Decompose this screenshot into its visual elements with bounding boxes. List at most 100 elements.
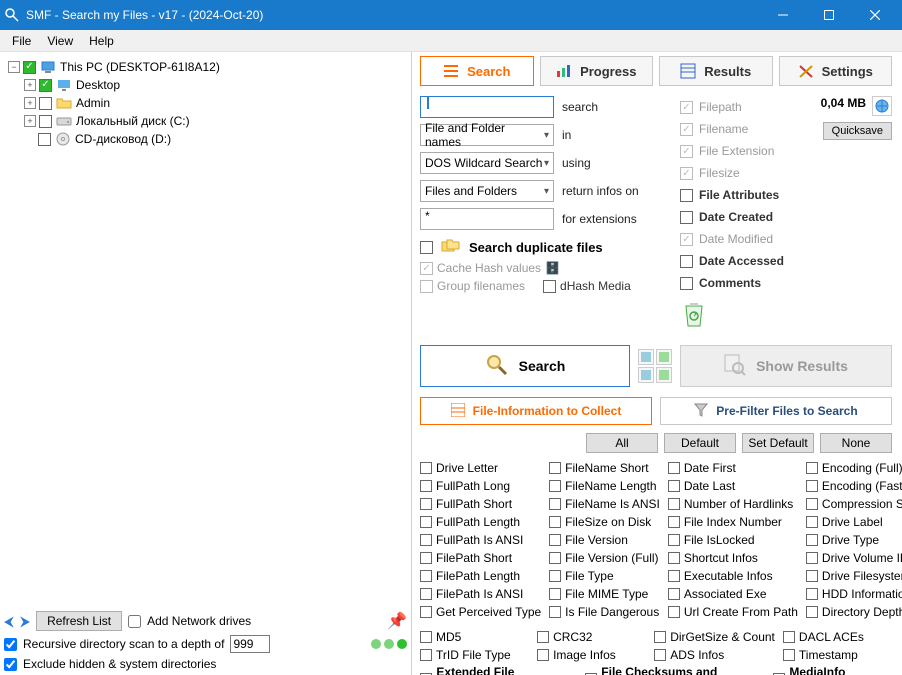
info-checkbox[interactable] [806, 516, 818, 528]
info-checkbox[interactable] [806, 462, 818, 474]
info-label: FullPath Length [436, 515, 520, 529]
folder-tree[interactable]: −✓This PC (DESKTOP-61I8A12) +✓Desktop +A… [6, 58, 405, 148]
info-checkbox[interactable] [420, 552, 432, 564]
search-button[interactable]: Search [420, 345, 630, 387]
md5-checkbox[interactable] [420, 631, 432, 643]
info-checkbox[interactable] [420, 480, 432, 492]
info-checkbox[interactable] [806, 588, 818, 600]
tree-checkbox[interactable] [39, 97, 52, 110]
recycle-icon[interactable] [680, 298, 810, 333]
dirsize-checkbox[interactable] [654, 631, 666, 643]
menu-help[interactable]: Help [81, 32, 122, 50]
info-checkbox[interactable] [420, 462, 432, 474]
info-checkbox[interactable] [806, 570, 818, 582]
tab-progress[interactable]: Progress [540, 56, 654, 86]
tab-search[interactable]: Search [420, 56, 534, 86]
info-checkbox[interactable] [549, 462, 561, 474]
datecreated-checkbox[interactable] [680, 211, 693, 224]
info-checkbox[interactable] [806, 534, 818, 546]
expand-icon[interactable]: ⮞ [20, 613, 30, 630]
expander-icon[interactable]: + [24, 115, 36, 127]
menu-view[interactable]: View [39, 32, 81, 50]
expander-icon[interactable]: + [24, 79, 36, 91]
info-checkbox[interactable] [549, 534, 561, 546]
search-input[interactable] [420, 96, 554, 118]
all-button[interactable]: All [586, 433, 658, 453]
comments-checkbox[interactable] [680, 277, 693, 290]
mini-btn-2[interactable] [656, 349, 672, 365]
expander-icon[interactable]: − [8, 61, 20, 73]
default-button[interactable]: Default [664, 433, 736, 453]
image-infos-checkbox[interactable] [537, 649, 549, 661]
select-in[interactable]: File and Folder names▾ [420, 124, 554, 146]
tree-checkbox[interactable]: ✓ [23, 61, 36, 74]
maximize-button[interactable] [806, 0, 852, 30]
tree-checkbox[interactable] [38, 133, 51, 146]
info-checkbox[interactable] [806, 606, 818, 618]
crc32-checkbox[interactable] [537, 631, 549, 643]
pin-icon[interactable]: 📌 [387, 611, 407, 631]
expander-icon[interactable]: + [24, 97, 36, 109]
info-checkbox[interactable] [668, 552, 680, 564]
fileattr-checkbox[interactable] [680, 189, 693, 202]
info-checkbox[interactable] [668, 570, 680, 582]
mini-btn-4[interactable] [656, 367, 672, 383]
exclude-hidden-checkbox[interactable] [4, 658, 17, 671]
info-checkbox[interactable] [806, 498, 818, 510]
globe-icon[interactable] [872, 96, 892, 116]
info-checkbox[interactable] [549, 498, 561, 510]
tab-settings[interactable]: Settings [779, 56, 893, 86]
refresh-list-button[interactable]: Refresh List [36, 611, 122, 631]
info-checkbox[interactable] [668, 480, 680, 492]
show-results-button[interactable]: Show Results [680, 345, 892, 387]
panel-file-info[interactable]: File-Information to Collect [420, 397, 652, 425]
info-checkbox[interactable] [549, 552, 561, 564]
dhash-checkbox[interactable] [543, 280, 556, 293]
extensions-input[interactable]: * [420, 208, 554, 230]
info-checkbox[interactable] [549, 480, 561, 492]
mini-btn-3[interactable] [638, 367, 654, 383]
info-checkbox[interactable] [806, 480, 818, 492]
tree-checkbox[interactable] [39, 115, 52, 128]
info-checkbox[interactable] [420, 498, 432, 510]
info-checkbox[interactable] [668, 516, 680, 528]
collapse-icon[interactable]: ⮜ [4, 613, 14, 630]
add-network-checkbox[interactable] [128, 615, 141, 628]
info-checkbox[interactable] [549, 588, 561, 600]
close-button[interactable] [852, 0, 898, 30]
select-using[interactable]: DOS Wildcard Search▾ [420, 152, 554, 174]
info-checkbox[interactable] [668, 462, 680, 474]
info-checkbox[interactable] [668, 588, 680, 600]
dateacc-checkbox[interactable] [680, 255, 693, 268]
select-return[interactable]: Files and Folders▾ [420, 180, 554, 202]
info-checkbox[interactable] [420, 606, 432, 618]
ads-checkbox[interactable] [654, 649, 666, 661]
dup-checkbox[interactable] [420, 241, 433, 254]
tab-results[interactable]: Results [659, 56, 773, 86]
info-checkbox[interactable] [420, 516, 432, 528]
info-checkbox[interactable] [420, 534, 432, 546]
menu-file[interactable]: File [4, 32, 39, 50]
timestamp-checkbox[interactable] [783, 649, 795, 661]
info-checkbox[interactable] [420, 570, 432, 582]
depth-input[interactable] [230, 635, 270, 653]
none-button[interactable]: None [820, 433, 892, 453]
info-checkbox[interactable] [420, 588, 432, 600]
dacl-checkbox[interactable] [783, 631, 795, 643]
info-checkbox[interactable] [806, 552, 818, 564]
info-checkbox[interactable] [668, 498, 680, 510]
info-checkbox[interactable] [549, 606, 561, 618]
recursive-checkbox[interactable] [4, 638, 17, 651]
minimize-button[interactable] [760, 0, 806, 30]
set-default-button[interactable]: Set Default [742, 433, 814, 453]
info-checkbox[interactable] [549, 570, 561, 582]
trid-checkbox[interactable] [420, 649, 432, 661]
info-checkbox[interactable] [549, 516, 561, 528]
panel-prefilter[interactable]: Pre-Filter Files to Search [660, 397, 892, 425]
quicksave-button[interactable]: Quicksave [823, 122, 892, 140]
info-checkbox[interactable] [668, 534, 680, 546]
mini-btn-1[interactable] [638, 349, 654, 365]
info-checkbox[interactable] [668, 606, 680, 618]
mini-buttons [638, 349, 672, 383]
tree-checkbox[interactable]: ✓ [39, 79, 52, 92]
